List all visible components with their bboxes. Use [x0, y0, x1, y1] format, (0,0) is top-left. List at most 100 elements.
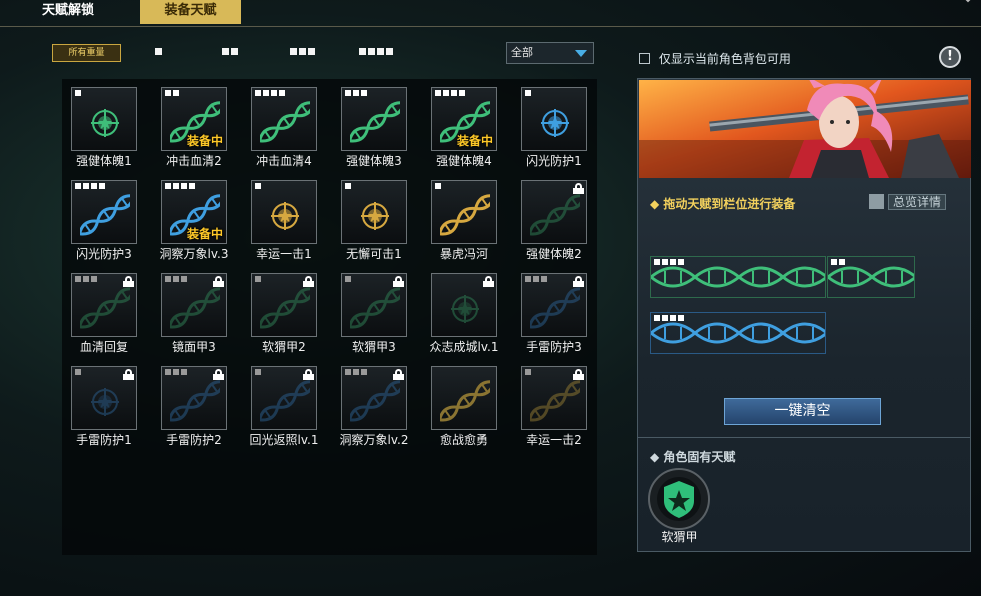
talent-name: 幸运一击2 — [526, 433, 582, 447]
talent-card[interactable]: 装备中 洞察万象lv.3 — [160, 180, 228, 262]
medal-icon — [451, 295, 479, 323]
weight-pips — [525, 276, 547, 282]
talent-name: 无懈可击1 — [346, 247, 402, 261]
talent-card[interactable]: 闪光防护1 — [521, 87, 587, 169]
overview-label: 总览详情 — [888, 194, 947, 210]
clear-all-button[interactable]: 一键清空 — [724, 398, 881, 425]
talent-card[interactable]: 软猬甲2 — [251, 273, 317, 355]
talent-name: 冲击血清2 — [166, 154, 222, 168]
talent-card[interactable]: 软猬甲3 — [341, 273, 407, 355]
weight-pips — [75, 90, 81, 96]
dna-icon — [348, 101, 406, 143]
weight-pips — [165, 276, 187, 282]
dna-icon — [258, 287, 316, 329]
talent-card[interactable]: 手雷防护1 — [71, 366, 137, 448]
talent-card[interactable]: 装备中 强健体魄4 — [431, 87, 497, 169]
dna-icon — [528, 287, 586, 329]
filter-weight-4[interactable] — [359, 48, 393, 55]
talent-frame — [71, 87, 137, 151]
tab-equip-talent[interactable]: 装备天赋 — [140, 0, 241, 24]
chevron-down-icon — [575, 50, 587, 57]
filter-weight-2[interactable] — [222, 48, 238, 55]
talent-frame — [521, 273, 587, 337]
talent-frame — [521, 87, 587, 151]
exclamation-help-icon[interactable]: ! — [939, 46, 961, 68]
filter-weight-1[interactable] — [155, 48, 162, 55]
weight-pips — [435, 183, 441, 189]
talent-name: 强健体魄2 — [526, 247, 582, 261]
equipped-badge: 装备中 — [456, 134, 493, 148]
weight-pips — [255, 276, 261, 282]
talent-frame — [341, 180, 407, 244]
talent-name: 强健体魄1 — [76, 154, 132, 168]
innate-talent-badge[interactable] — [648, 468, 711, 531]
talent-frame — [251, 366, 317, 430]
talent-card[interactable]: 强健体魄1 — [71, 87, 137, 169]
clipboard-icon — [869, 194, 884, 209]
talent-name: 幸运一击1 — [256, 247, 312, 261]
overview-details-button[interactable]: 总览详情 — [869, 194, 947, 212]
medal-icon — [91, 388, 119, 416]
equip-slot-1[interactable] — [650, 256, 828, 298]
talent-card[interactable]: 洞察万象lv.2 — [340, 366, 408, 448]
talent-card[interactable]: 强健体魄3 — [341, 87, 407, 169]
talent-name: 手雷防护2 — [166, 433, 222, 447]
star-shield-icon — [648, 468, 710, 530]
talent-card[interactable]: 幸运一击1 — [251, 180, 317, 262]
talent-card[interactable]: 强健体魄2 — [521, 180, 587, 262]
innate-talent-name: 软猬甲 — [661, 530, 698, 544]
talent-card[interactable]: 闪光防护3 — [71, 180, 137, 262]
talent-card[interactable]: 愈战愈勇 — [431, 366, 497, 448]
weight-pips — [435, 90, 465, 96]
talent-name: 软猬甲2 — [262, 340, 306, 354]
dna-icon — [78, 287, 136, 329]
talent-card[interactable]: 回光返照lv.1 — [250, 366, 318, 448]
talent-name: 强健体魄3 — [346, 154, 402, 168]
talent-frame: 装备中 — [161, 180, 227, 244]
weight-pips — [75, 369, 81, 375]
talent-card[interactable]: 冲击血清4 — [251, 87, 317, 169]
talent-name: 冲击血清4 — [256, 154, 312, 168]
category-dropdown[interactable]: 全部 — [506, 42, 594, 64]
equip-panel: ◆ 拖动天赋到栏位进行装备 总览详情 一键清空 ◆ 角色固有天赋 软猬甲 — [637, 78, 971, 552]
talent-card[interactable]: 手雷防护3 — [521, 273, 587, 355]
talent-card[interactable]: 众志成城lv.1 — [430, 273, 498, 355]
talent-card[interactable]: 手雷防护2 — [161, 366, 227, 448]
talent-card[interactable]: 装备中 冲击血清2 — [161, 87, 227, 169]
medal-icon — [91, 109, 119, 137]
character-portrait — [639, 80, 971, 178]
medal-icon — [361, 202, 389, 230]
talent-frame — [71, 366, 137, 430]
dna-icon — [528, 380, 586, 422]
medal-icon — [271, 202, 299, 230]
talent-card[interactable]: 无懈可击1 — [341, 180, 407, 262]
dna-icon — [258, 101, 316, 143]
talent-frame — [341, 87, 407, 151]
talent-frame — [431, 273, 497, 337]
weight-pips — [525, 369, 531, 375]
talent-name: 洞察万象lv.2 — [339, 433, 409, 447]
talent-frame — [71, 180, 137, 244]
talent-card[interactable]: 幸运一击2 — [521, 366, 587, 448]
close-icon[interactable] — [961, 0, 975, 6]
weight-pips — [255, 90, 285, 96]
equip-slot-2[interactable] — [827, 256, 917, 298]
talent-card[interactable]: 镜面甲3 — [161, 273, 227, 355]
equip-slot-3[interactable] — [650, 312, 828, 354]
tab-bar: 天赋解锁 装备天赋 — [0, 0, 981, 27]
talent-frame — [161, 366, 227, 430]
weight-pips — [165, 183, 195, 189]
tab-talent-unlock[interactable]: 天赋解锁 — [18, 0, 118, 24]
dna-icon — [348, 380, 406, 422]
talent-card[interactable]: 暴虎冯河 — [431, 180, 497, 262]
filter-weight-3[interactable] — [290, 48, 315, 55]
checkbox-box[interactable] — [639, 53, 650, 64]
talent-frame — [431, 366, 497, 430]
weight-pips — [165, 90, 179, 96]
talent-name: 众志成城lv.1 — [429, 340, 499, 354]
talent-card[interactable]: 血清回复 — [71, 273, 137, 355]
weight-pips — [525, 90, 531, 96]
talent-name: 闪光防护3 — [76, 247, 132, 261]
only-current-bag-checkbox[interactable]: 仅显示当前角色背包可用 — [639, 50, 791, 66]
filter-all-weights[interactable]: 所有重量 — [52, 44, 121, 62]
